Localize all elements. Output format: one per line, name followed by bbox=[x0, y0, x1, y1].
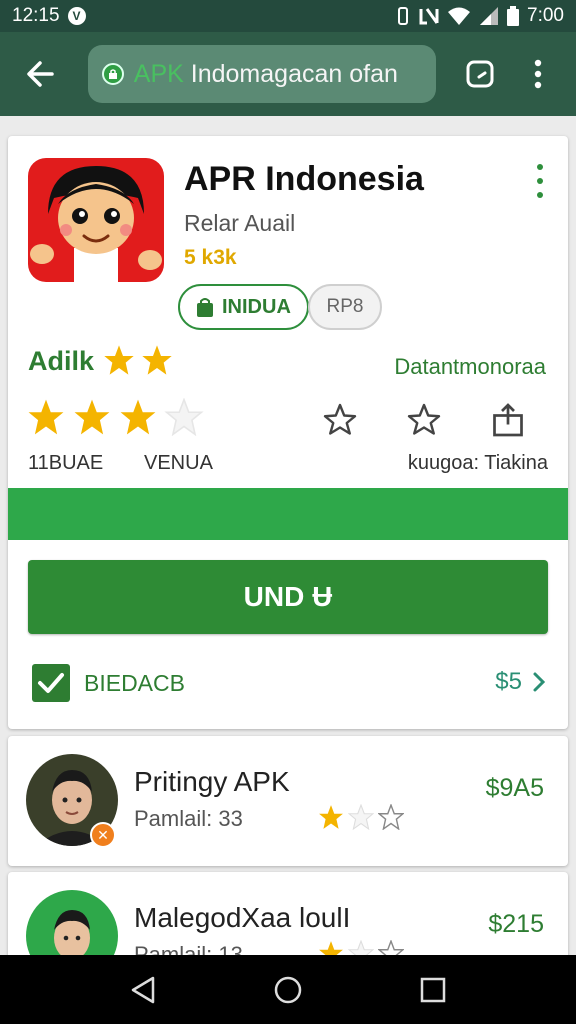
nav-recents-button[interactable] bbox=[403, 960, 463, 1020]
list-item-stars bbox=[318, 804, 404, 830]
rating-label: Adilk bbox=[28, 346, 95, 376]
back-arrow-icon bbox=[27, 61, 54, 87]
tab-switch-icon bbox=[466, 60, 494, 88]
status-bar: 12:15 V 7:00 bbox=[0, 0, 576, 32]
empty-star-icon bbox=[164, 398, 204, 436]
app-mascot-icon bbox=[28, 158, 164, 282]
list-item-price: $215 bbox=[488, 910, 544, 938]
app-developer[interactable]: Relar Auail bbox=[184, 210, 295, 237]
secondary-chip-label: RP8 bbox=[326, 296, 364, 317]
star-edit-icon bbox=[323, 403, 357, 435]
category-chip-label: INIDUA bbox=[222, 295, 291, 318]
nfc-icon bbox=[419, 7, 439, 25]
small-rating-stars bbox=[102, 344, 174, 376]
url-domain-accent: APK bbox=[133, 59, 184, 88]
star-icon bbox=[142, 345, 172, 375]
data-info-label: Datantmonoraa bbox=[394, 354, 546, 379]
share-button[interactable] bbox=[488, 400, 528, 440]
list-item-title: Pritingy APK bbox=[134, 766, 290, 797]
lock-icon bbox=[101, 63, 124, 85]
list-item-subtitle: Pamlail: 33 bbox=[134, 806, 243, 831]
stat-label-3: kuugoa: Tiakina bbox=[407, 452, 548, 474]
bag-icon bbox=[197, 298, 213, 317]
list-item[interactable]: ✕ Pritingy APK Pamlail: 33 $9A5 bbox=[8, 736, 568, 866]
wifi-icon bbox=[447, 6, 471, 26]
url-path: Indomagacan ofan bbox=[183, 59, 398, 88]
notification-badge: V bbox=[67, 7, 86, 25]
agree-checkbox[interactable] bbox=[32, 664, 70, 702]
battery-icon bbox=[507, 6, 520, 26]
star-icon bbox=[28, 399, 64, 435]
list-item-title: MalegodXaa loulI bbox=[134, 902, 351, 933]
stat-label-1: 11BUAE bbox=[28, 452, 104, 474]
system-nav-bar bbox=[0, 955, 576, 1024]
more-vert-icon bbox=[534, 59, 542, 89]
chevron-right-icon bbox=[533, 672, 546, 692]
secondary-chip[interactable]: RP8 bbox=[308, 284, 382, 330]
status-clock: 7:00 bbox=[527, 5, 564, 26]
vibrate-icon bbox=[395, 6, 411, 26]
more-options-button[interactable] bbox=[516, 52, 560, 96]
star-icon bbox=[104, 345, 134, 375]
url-text: APK Indomagacan ofan bbox=[134, 60, 398, 89]
app-title: APR Indonesia bbox=[184, 160, 424, 198]
empty-star-icon bbox=[378, 804, 404, 830]
app-detail-card: APR Indonesia Relar Auail 5 k3k INIDUA R… bbox=[8, 136, 568, 729]
progress-strip bbox=[8, 488, 568, 540]
home-circle-icon bbox=[274, 976, 302, 1003]
empty-star-icon bbox=[348, 804, 374, 830]
nav-back-button[interactable] bbox=[113, 960, 173, 1020]
browser-toolbar: APK Indomagacan ofan bbox=[0, 32, 576, 116]
recents-square-icon bbox=[421, 977, 446, 1002]
action-icon-row bbox=[320, 400, 528, 440]
download-count: 5 k3k bbox=[184, 246, 237, 269]
back-triangle-icon bbox=[131, 976, 154, 1003]
star-icon bbox=[74, 399, 110, 435]
star-icon bbox=[319, 805, 343, 829]
nav-home-button[interactable] bbox=[258, 960, 318, 1020]
avatar-badge-icon: ✕ bbox=[90, 822, 116, 848]
category-chip[interactable]: INIDUA bbox=[178, 284, 309, 330]
star-icon bbox=[120, 399, 156, 435]
star-outline-icon bbox=[407, 403, 441, 435]
signal-icon bbox=[479, 6, 499, 26]
url-bar[interactable]: APK Indomagacan ofan bbox=[87, 45, 437, 103]
large-rating-stars bbox=[26, 398, 204, 436]
install-button[interactable]: UND Ʉ bbox=[28, 560, 548, 634]
app-icon[interactable] bbox=[28, 158, 164, 282]
tab-switch-button[interactable] bbox=[458, 52, 502, 96]
list-item-price: $9A5 bbox=[485, 774, 544, 802]
check-icon bbox=[38, 673, 64, 693]
price-link[interactable]: $5 bbox=[495, 668, 546, 696]
back-button[interactable] bbox=[16, 50, 64, 98]
status-time: 12:15 bbox=[12, 5, 60, 26]
share-icon bbox=[493, 403, 523, 437]
checkbox-label: BIEDACB bbox=[84, 670, 185, 696]
stat-label-2: VENUA bbox=[144, 452, 213, 474]
price-link-label: $5 bbox=[495, 668, 522, 695]
card-overflow-menu[interactable] bbox=[528, 164, 552, 198]
favorite-star-button[interactable] bbox=[320, 400, 360, 440]
rate-button[interactable] bbox=[404, 400, 444, 440]
